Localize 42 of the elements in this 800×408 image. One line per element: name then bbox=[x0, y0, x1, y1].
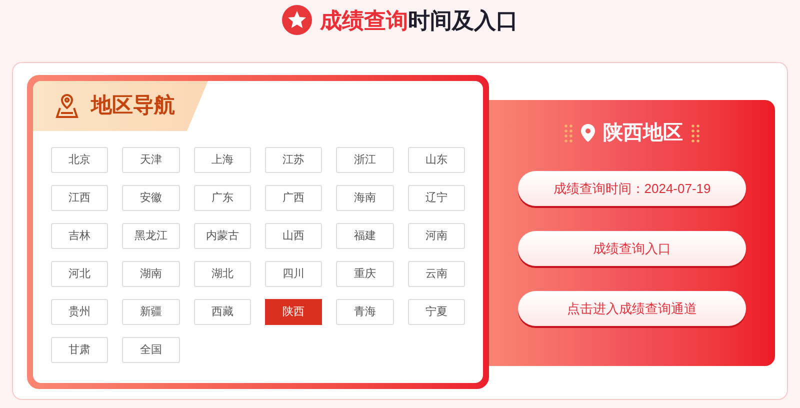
region-button[interactable]: 福建 bbox=[336, 223, 394, 249]
region-button[interactable]: 新疆 bbox=[122, 299, 180, 325]
region-button[interactable]: 内蒙古 bbox=[194, 223, 251, 249]
region-button[interactable]: 吉林 bbox=[51, 223, 108, 249]
region-button[interactable]: 黑龙江 bbox=[122, 223, 180, 249]
region-button[interactable]: 河北 bbox=[51, 261, 108, 287]
region-button[interactable]: 广西 bbox=[264, 185, 322, 211]
dots-icon bbox=[564, 124, 573, 142]
region-button[interactable]: 湖南 bbox=[122, 261, 180, 287]
region-button[interactable]: 陕西 bbox=[264, 299, 322, 325]
region-button[interactable]: 天津 bbox=[122, 147, 180, 173]
location-pin-icon bbox=[581, 124, 595, 142]
region-title: 陕西地区 bbox=[603, 121, 683, 146]
region-button[interactable]: 山东 bbox=[408, 147, 465, 173]
region-button[interactable]: 甘肃 bbox=[51, 337, 108, 363]
query-button[interactable]: 点击进入成绩查询通道 bbox=[518, 291, 746, 326]
region-button[interactable]: 河南 bbox=[408, 223, 465, 249]
page-heading: 成绩查询时间及入口 bbox=[320, 6, 518, 34]
region-button[interactable]: 辽宁 bbox=[408, 185, 465, 211]
region-button[interactable]: 浙江 bbox=[336, 147, 394, 173]
region-button[interactable]: 青海 bbox=[336, 299, 394, 325]
region-button[interactable]: 上海 bbox=[194, 147, 251, 173]
region-button[interactable]: 云南 bbox=[408, 261, 465, 287]
region-button[interactable]: 安徽 bbox=[122, 185, 180, 211]
map-pin-icon bbox=[55, 93, 79, 119]
query-button[interactable]: 成绩查询入口 bbox=[518, 231, 746, 266]
region-button[interactable]: 北京 bbox=[51, 147, 108, 173]
region-button[interactable]: 江西 bbox=[51, 185, 108, 211]
region-button[interactable]: 广东 bbox=[194, 185, 251, 211]
region-button[interactable]: 重庆 bbox=[336, 261, 394, 287]
nav-title: 地区导航 bbox=[91, 92, 175, 120]
query-button[interactable]: 成绩查询时间：2024-07-19 bbox=[518, 171, 746, 206]
region-button[interactable]: 湖北 bbox=[194, 261, 251, 287]
region-button[interactable]: 江苏 bbox=[264, 147, 322, 173]
region-button[interactable]: 西藏 bbox=[194, 299, 251, 325]
region-button[interactable]: 贵州 bbox=[51, 299, 108, 325]
region-button[interactable]: 宁夏 bbox=[408, 299, 465, 325]
dots-icon bbox=[691, 124, 700, 142]
region-button[interactable]: 山西 bbox=[264, 223, 322, 249]
region-button[interactable]: 海南 bbox=[336, 185, 394, 211]
region-button[interactable]: 全国 bbox=[122, 337, 180, 363]
region-button[interactable]: 四川 bbox=[264, 261, 322, 287]
